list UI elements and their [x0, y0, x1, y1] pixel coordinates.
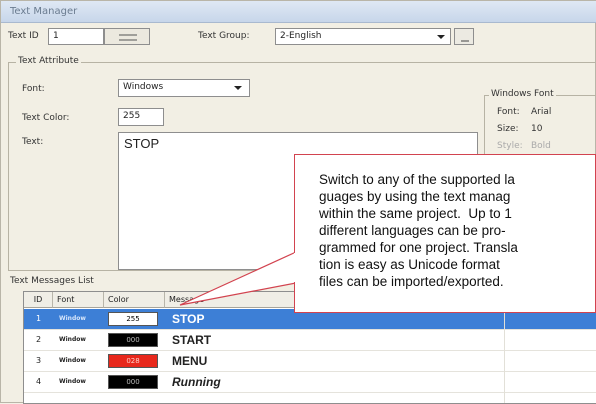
callout-box: Switch to any of the supported la guages…: [294, 154, 596, 313]
callout-joint: [294, 253, 297, 282]
callout-text: Switch to any of the supported la guages…: [319, 172, 518, 289]
